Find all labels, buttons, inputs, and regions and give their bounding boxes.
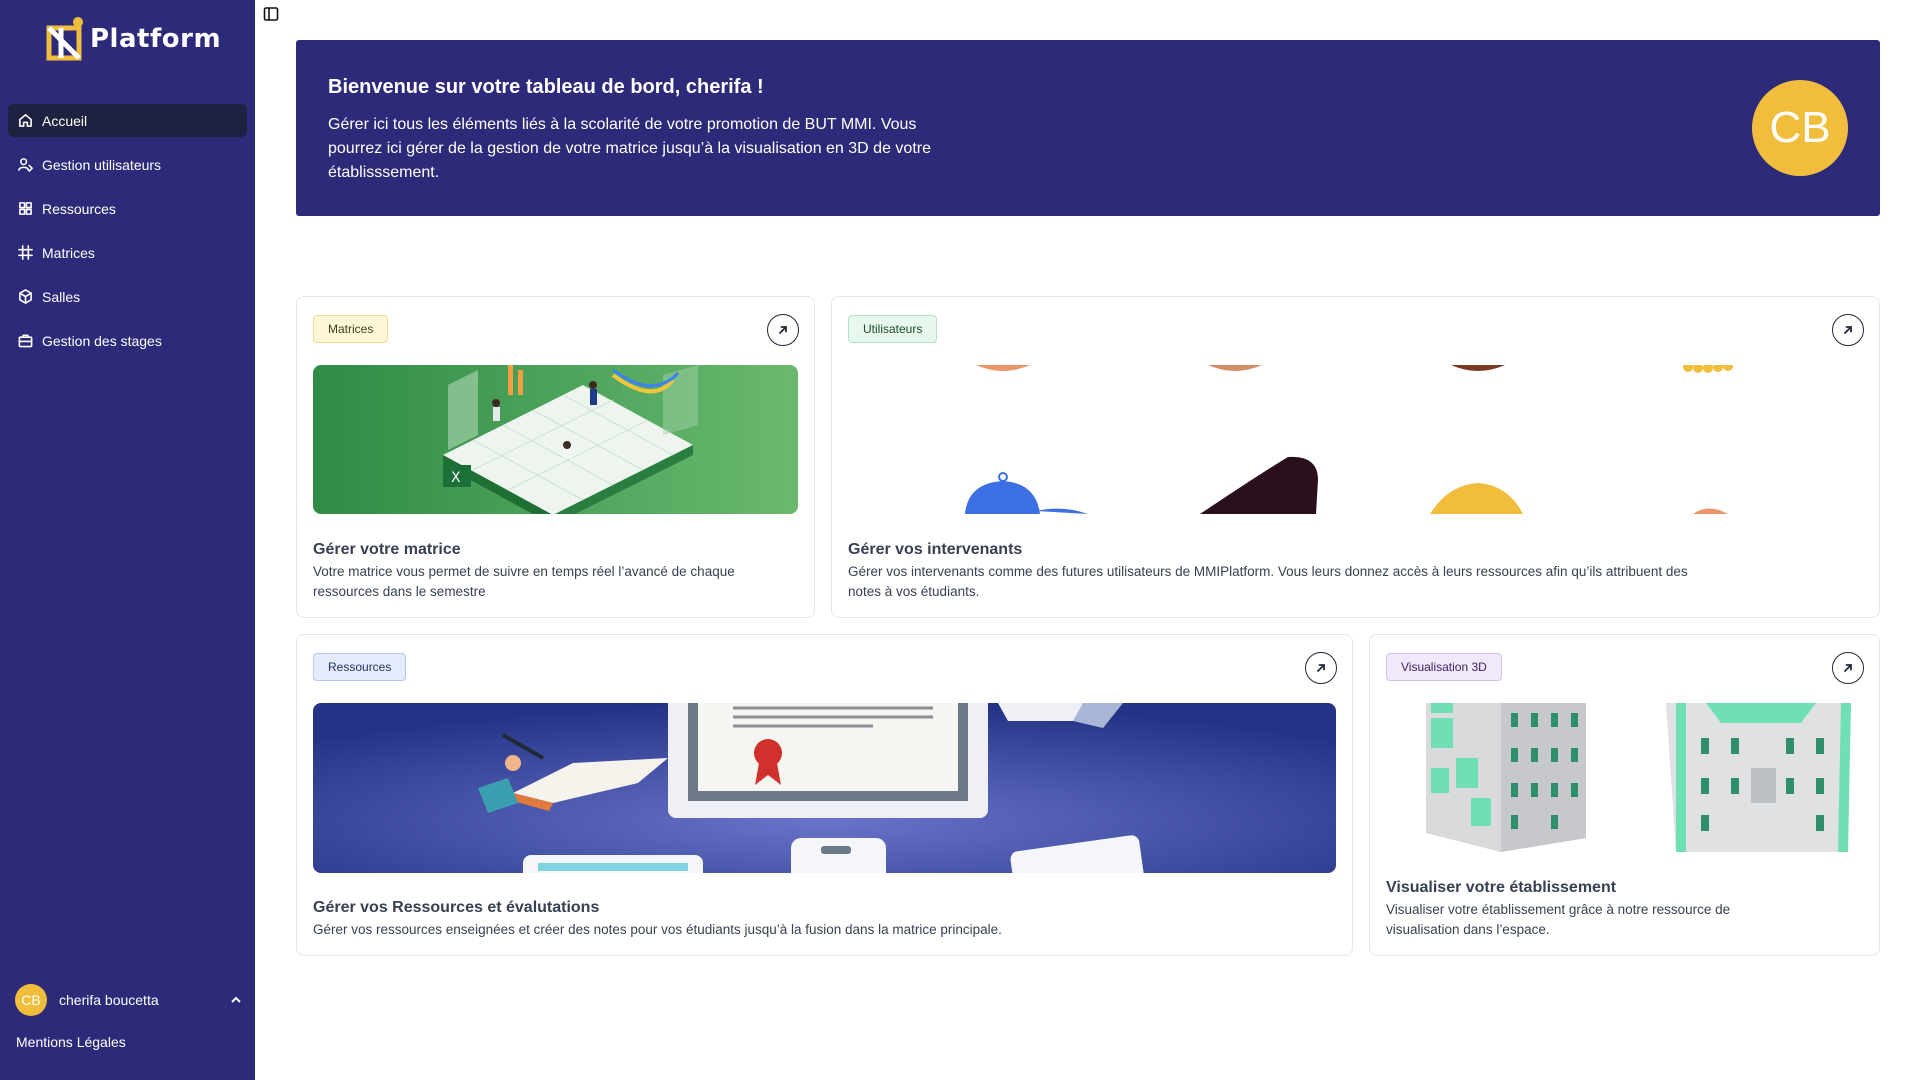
sidebar-item-accueil[interactable]: Accueil — [8, 104, 247, 137]
card-description: Votre matrice vous permet de suivre en t… — [313, 564, 735, 599]
sidebar-item-label: Matrices — [42, 244, 95, 261]
card-matrices[interactable]: Matrices X Gérer votre matrice Votre mat… — [296, 296, 815, 618]
sidebar-item-matrices[interactable]: Matrices — [8, 236, 247, 269]
card-title: Gérer votre matrice — [313, 541, 461, 558]
sidebar-item-label: Accueil — [42, 112, 88, 129]
hash-icon — [17, 245, 33, 261]
open-matrices-button[interactable] — [767, 314, 799, 346]
sidebar-item-salles[interactable]: Salles — [8, 280, 247, 313]
avatar: CB — [15, 984, 47, 1016]
matrices-illustration: X — [313, 365, 798, 514]
page-title: Bienvenue sur votre tableau de bord, che… — [328, 76, 764, 98]
arrow-up-right-icon — [1844, 664, 1852, 672]
legal-link[interactable]: Mentions Légales — [16, 1034, 126, 1050]
sidebar-nav: Accueil Gestion utilisateurs Ressources … — [8, 104, 247, 368]
open-ressources-button[interactable] — [1305, 652, 1337, 684]
sidebar-item-label: Salles — [42, 288, 81, 305]
svg-text:X: X — [451, 470, 461, 486]
cube-icon — [17, 289, 33, 305]
card-visualisation-3d[interactable]: Visualisation 3D Visualiser votre établi… — [1369, 634, 1880, 956]
card-description: Visualiser votre établissement grâce à n… — [1386, 902, 1731, 937]
ressources-illustration — [313, 703, 1336, 873]
card-title: Gérer vos intervenants — [848, 541, 1023, 558]
logo[interactable]: Platform — [46, 16, 221, 62]
tag-visualisation-3d: Visualisation 3D — [1386, 653, 1502, 681]
sidebar-item-gestion-des-stages[interactable]: Gestion des stages — [8, 324, 247, 357]
chevron-up-icon — [231, 996, 241, 1003]
open-utilisateurs-button[interactable] — [1832, 314, 1864, 346]
card-description: Gérer vos intervenants comme des futures… — [848, 564, 1688, 599]
tag-matrices: Matrices — [313, 315, 389, 343]
sidebar: Platform Accueil Gestion utilisateurs Re… — [0, 0, 255, 1080]
welcome-text: Gérer ici tous les éléments liés à la sc… — [328, 116, 931, 181]
sidebar-item-gestion-utilisateurs[interactable]: Gestion utilisateurs — [8, 148, 247, 181]
arrow-up-right-icon — [1317, 664, 1325, 672]
tag-ressources: Ressources — [313, 653, 407, 681]
panel-left-icon — [263, 7, 279, 21]
home-icon — [17, 113, 33, 129]
card-title: Visualiser votre établissement — [1386, 879, 1617, 896]
welcome-banner: Bienvenue sur votre tableau de bord, che… — [296, 40, 1880, 216]
sidebar-toggle-button[interactable] — [263, 6, 279, 22]
briefcase-icon — [17, 333, 33, 349]
avatar: CB — [1752, 80, 1848, 176]
brand-name: Platform — [90, 24, 222, 54]
utilisateurs-illustration — [848, 365, 1863, 514]
user-name: cherifa boucetta — [59, 992, 159, 1008]
tag-utilisateurs: Utilisateurs — [848, 315, 938, 343]
sidebar-item-label: Gestion utilisateurs — [42, 156, 162, 173]
arrow-up-right-icon — [1844, 326, 1852, 334]
card-ressources[interactable]: Ressources Gérer vos Ressources et évalu… — [296, 634, 1353, 956]
open-visualisation-button[interactable] — [1832, 652, 1864, 684]
sidebar-item-label: Ressources — [42, 200, 116, 217]
card-description: Gérer vos ressources enseignées et créer… — [313, 922, 1002, 937]
users-icon — [17, 157, 33, 173]
arrow-up-right-icon — [779, 326, 787, 334]
card-utilisateurs[interactable]: Utilisateurs Gérer vos intervenants Gére… — [831, 296, 1880, 618]
logo-icon — [46, 16, 86, 62]
sidebar-item-label: Gestion des stages — [42, 332, 162, 349]
sidebar-item-ressources[interactable]: Ressources — [8, 192, 247, 225]
grid-icon — [17, 201, 33, 217]
visualisation-illustration — [1386, 703, 1863, 852]
user-menu[interactable]: CB cherifa boucetta — [15, 984, 243, 1016]
card-title: Gérer vos Ressources et évalutations — [313, 899, 600, 916]
